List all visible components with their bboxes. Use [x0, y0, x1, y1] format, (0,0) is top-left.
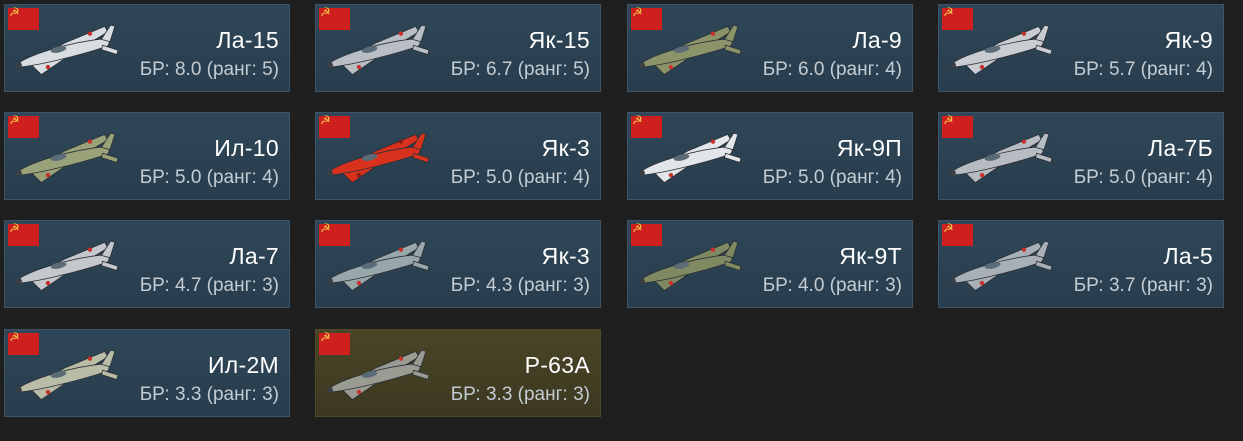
vehicle-name: Як-3: [541, 135, 590, 161]
battle-rating: БР: 4.3 (ранг: 3): [450, 275, 590, 296]
vehicle-card[interactable]: Ил-2М БР: 3.3 (ранг: 3): [4, 329, 290, 417]
vehicle-name: Як-9Т: [839, 243, 902, 269]
battle-rating: БР: 5.0 (ранг: 4): [450, 167, 590, 188]
battle-rating: БР: 5.0 (ранг: 4): [139, 167, 279, 188]
ussr-flag-icon: [319, 330, 350, 355]
vehicle-card[interactable]: Як-15 БР: 6.7 (ранг: 5): [315, 4, 601, 92]
vehicle-name: Ла-9: [852, 27, 902, 53]
ussr-flag-icon: [8, 5, 39, 30]
battle-rating: БР: 8.0 (ранг: 5): [139, 59, 279, 80]
vehicle-card[interactable]: Ла-5 БР: 3.7 (ранг: 3): [938, 220, 1224, 308]
battle-rating: БР: 6.7 (ранг: 5): [450, 59, 590, 80]
battle-rating: БР: 3.3 (ранг: 3): [450, 384, 590, 405]
vehicle-card[interactable]: Як-3 БР: 5.0 (ранг: 4): [315, 112, 601, 200]
battle-rating: БР: 5.0 (ранг: 4): [762, 167, 902, 188]
vehicle-card[interactable]: Як-9П БР: 5.0 (ранг: 4): [627, 112, 913, 200]
vehicle-name: Як-3: [541, 243, 590, 269]
vehicle-name: Ла-5: [1163, 243, 1213, 269]
vehicle-card[interactable]: Ла-9 БР: 6.0 (ранг: 4): [627, 4, 913, 92]
battle-rating: БР: 6.0 (ранг: 4): [762, 59, 902, 80]
ussr-flag-icon: [631, 221, 662, 246]
vehicle-name: Ил-2М: [207, 352, 279, 378]
ussr-flag-icon: [942, 5, 973, 30]
ussr-flag-icon: [319, 221, 350, 246]
vehicle-card[interactable]: Як-9 БР: 5.7 (ранг: 4): [938, 4, 1224, 92]
vehicle-name: Ла-15: [216, 27, 279, 53]
ussr-flag-icon: [8, 113, 39, 138]
battle-rating: БР: 4.7 (ранг: 3): [139, 275, 279, 296]
battle-rating: БР: 3.3 (ранг: 3): [139, 384, 279, 405]
vehicle-name: Ла-7Б: [1148, 135, 1213, 161]
ussr-flag-icon: [8, 221, 39, 246]
ussr-flag-icon: [319, 113, 350, 138]
ussr-flag-icon: [319, 5, 350, 30]
vehicle-card[interactable]: Ла-7 БР: 4.7 (ранг: 3): [4, 220, 290, 308]
vehicle-name: Ил-10: [214, 135, 279, 161]
ussr-flag-icon: [631, 113, 662, 138]
battle-rating: БР: 5.7 (ранг: 4): [1073, 59, 1213, 80]
vehicle-name: P-63A: [524, 352, 590, 378]
vehicle-card[interactable]: Ил-10 БР: 5.0 (ранг: 4): [4, 112, 290, 200]
battle-rating: БР: 3.7 (ранг: 3): [1073, 275, 1213, 296]
vehicle-card[interactable]: Ла-15 БР: 8.0 (ранг: 5): [4, 4, 290, 92]
battle-rating: БР: 4.0 (ранг: 3): [762, 275, 902, 296]
ussr-flag-icon: [631, 5, 662, 30]
ussr-flag-icon: [942, 221, 973, 246]
vehicle-card[interactable]: Ла-7Б БР: 5.0 (ранг: 4): [938, 112, 1224, 200]
vehicle-name: Як-9: [1164, 27, 1213, 53]
battle-rating: БР: 5.0 (ранг: 4): [1073, 167, 1213, 188]
vehicle-name: Ла-7: [229, 243, 279, 269]
vehicle-card[interactable]: Як-3 БР: 4.3 (ранг: 3): [315, 220, 601, 308]
vehicle-name: Як-9П: [836, 135, 902, 161]
ussr-flag-icon: [8, 330, 39, 355]
vehicle-name: Як-15: [528, 27, 590, 53]
vehicle-card[interactable]: P-63A БР: 3.3 (ранг: 3): [315, 329, 601, 417]
ussr-flag-icon: [942, 113, 973, 138]
vehicle-card[interactable]: Як-9Т БР: 4.0 (ранг: 3): [627, 220, 913, 308]
